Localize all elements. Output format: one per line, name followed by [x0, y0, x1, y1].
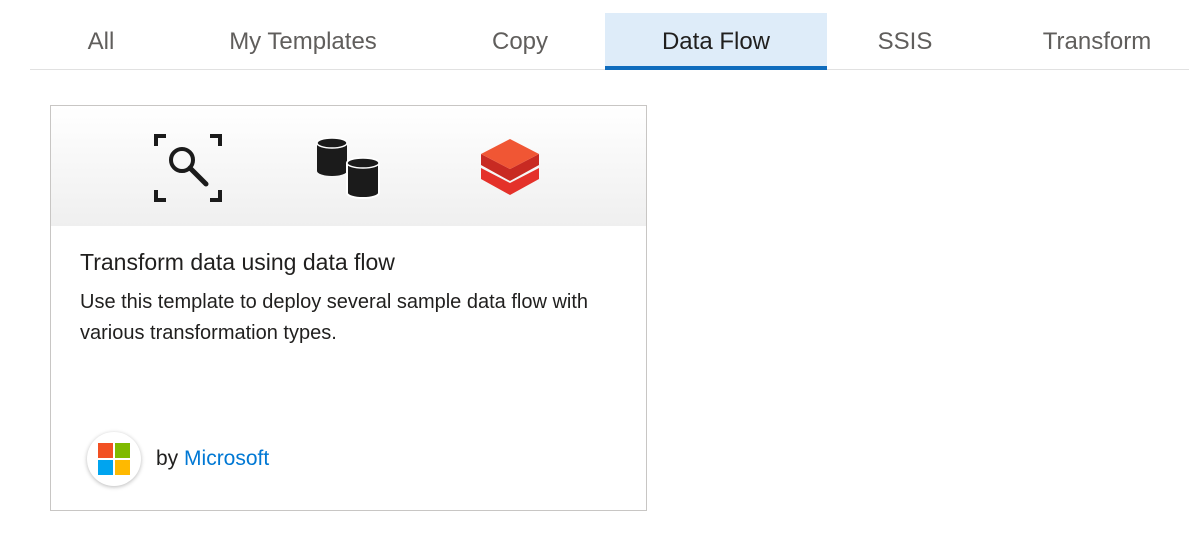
- tab-all[interactable]: All: [30, 13, 172, 69]
- tab-transform[interactable]: Transform: [983, 13, 1189, 69]
- search-scan-icon: [154, 134, 222, 202]
- tab-data-flow[interactable]: Data Flow: [605, 13, 827, 70]
- database-icon: [316, 137, 380, 199]
- template-title: Transform data using data flow: [80, 249, 395, 275]
- tab-copy[interactable]: Copy: [434, 13, 606, 69]
- publisher-link[interactable]: Microsoft: [184, 447, 269, 470]
- publisher-line: by Microsoft: [156, 447, 269, 471]
- tab-ssis[interactable]: SSIS: [827, 13, 983, 69]
- template-card[interactable]: Transform data using data flow Use this …: [50, 105, 647, 511]
- microsoft-logo-icon: [87, 432, 141, 486]
- template-description: Use this template to deploy several samp…: [80, 291, 589, 344]
- template-category-tabs: All My Templates Copy Data Flow SSIS Tra…: [30, 13, 1189, 70]
- publisher-prefix: by: [156, 447, 179, 470]
- databricks-icon: [481, 139, 539, 195]
- template-card-header: [51, 106, 646, 226]
- tab-my-templates[interactable]: My Templates: [172, 13, 434, 69]
